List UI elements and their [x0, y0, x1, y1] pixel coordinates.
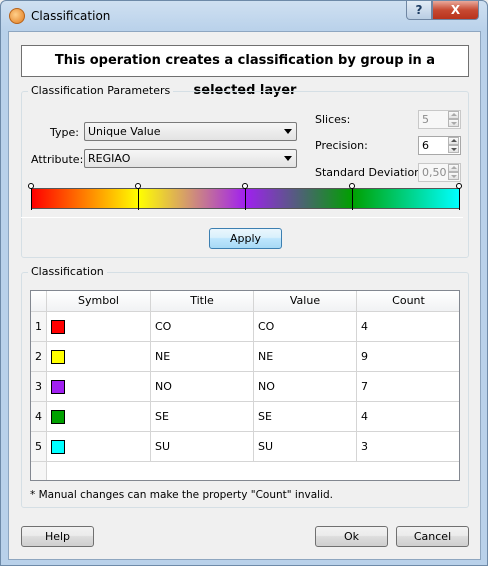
ramp-stop-line [245, 186, 246, 210]
row-number[interactable]: 4 [31, 402, 47, 432]
row-number[interactable]: 5 [31, 432, 47, 462]
symbol-cell[interactable] [47, 432, 151, 462]
color-swatch[interactable] [51, 320, 65, 334]
chevron-down-icon [284, 156, 292, 161]
value-cell[interactable]: SU [254, 432, 357, 462]
slices-value: 5 [422, 113, 429, 126]
ramp-stop-handle[interactable] [349, 183, 355, 189]
spin-up-icon[interactable] [448, 137, 459, 145]
title-cell[interactable]: SU [151, 432, 254, 462]
parameters-group-title: Classification Parameters [28, 84, 174, 97]
stddev-value: 0,50 [422, 166, 447, 179]
slices-spinbox[interactable]: 5 [418, 110, 461, 129]
spin-down-icon[interactable] [448, 172, 459, 180]
count-cell[interactable]: 4 [357, 402, 459, 432]
symbol-cell[interactable] [47, 372, 151, 402]
count-warning-note: * Manual changes can make the property "… [30, 489, 333, 501]
ramp-stop-line [138, 186, 139, 210]
stddev-label: Standard Deviation: [315, 166, 425, 179]
count-cell[interactable]: 7 [357, 372, 459, 402]
window-title: Classification [31, 9, 111, 23]
attribute-label: Attribute: [31, 153, 84, 166]
column-header-value[interactable]: Value [254, 291, 357, 312]
count-cell[interactable]: 3 [357, 432, 459, 462]
value-cell[interactable]: NO [254, 372, 357, 402]
chevron-down-icon [284, 129, 292, 134]
row-number[interactable]: 3 [31, 372, 47, 402]
precision-spinbox[interactable]: 6 [418, 136, 461, 155]
type-combo-value: Unique Value [88, 125, 161, 138]
precision-value: 6 [422, 139, 429, 152]
title-cell[interactable]: NO [151, 372, 254, 402]
spin-up-icon[interactable] [448, 111, 459, 119]
attribute-combo-value: REGIAO [88, 152, 131, 165]
app-icon [9, 8, 25, 24]
ok-button[interactable]: Ok [315, 526, 388, 547]
precision-label: Precision: [315, 139, 368, 152]
attribute-combo[interactable]: REGIAO [84, 149, 297, 168]
color-swatch[interactable] [51, 380, 65, 394]
symbol-cell[interactable] [47, 342, 151, 372]
type-label: Type: [50, 126, 79, 139]
count-cell[interactable]: 4 [357, 312, 459, 342]
ramp-stop-line [459, 186, 460, 210]
help-button[interactable]: Help [21, 526, 94, 547]
separator [21, 217, 463, 218]
title-cell[interactable]: SE [151, 402, 254, 432]
value-cell[interactable]: NE [254, 342, 357, 372]
color-swatch[interactable] [51, 440, 65, 454]
value-cell[interactable]: CO [254, 312, 357, 342]
column-header-title[interactable]: Title [151, 291, 254, 312]
ramp-stop-handle[interactable] [242, 183, 248, 189]
symbol-cell[interactable] [47, 402, 151, 432]
count-cell[interactable]: 9 [357, 342, 459, 372]
row-number-empty [31, 462, 47, 480]
title-bar: Classification ? X [1, 1, 487, 31]
color-swatch[interactable] [51, 410, 65, 424]
spin-down-icon[interactable] [448, 119, 459, 127]
ramp-stop-handle[interactable] [456, 183, 462, 189]
symbol-cell[interactable] [47, 312, 151, 342]
ramp-stop-handle[interactable] [28, 183, 34, 189]
title-help-button[interactable]: ? [406, 1, 432, 20]
stddev-spinbox[interactable]: 0,50 [418, 163, 461, 182]
spin-down-icon[interactable] [448, 145, 459, 153]
classification-group-title: Classification [28, 265, 107, 278]
column-header-symbol[interactable]: Symbol [47, 291, 151, 312]
classification-table: Symbol Title Value Count 1 CO CO 4 2 NE … [30, 290, 460, 481]
description-banner: This operation creates a classification … [21, 45, 469, 98]
value-cell[interactable]: SE [254, 402, 357, 432]
title-close-button[interactable]: X [432, 1, 479, 20]
dialog-client: This operation creates a classification … [8, 31, 481, 560]
spin-up-icon[interactable] [448, 164, 459, 172]
row-number[interactable]: 2 [31, 342, 47, 372]
type-combo[interactable]: Unique Value [84, 122, 297, 141]
title-cell[interactable]: CO [151, 312, 254, 342]
apply-button[interactable]: Apply [209, 228, 282, 249]
ramp-stop-line [31, 186, 32, 210]
color-swatch[interactable] [51, 350, 65, 364]
row-number[interactable]: 1 [31, 312, 47, 342]
ramp-stop-line [352, 186, 353, 210]
cancel-button[interactable]: Cancel [396, 526, 469, 547]
ramp-stop-handle[interactable] [135, 183, 141, 189]
title-cell[interactable]: NE [151, 342, 254, 372]
classification-dialog: Classification ? X This operation create… [0, 0, 488, 566]
slices-label: Slices: [315, 113, 351, 126]
column-header-count[interactable]: Count [357, 291, 459, 312]
table-corner [31, 291, 47, 312]
